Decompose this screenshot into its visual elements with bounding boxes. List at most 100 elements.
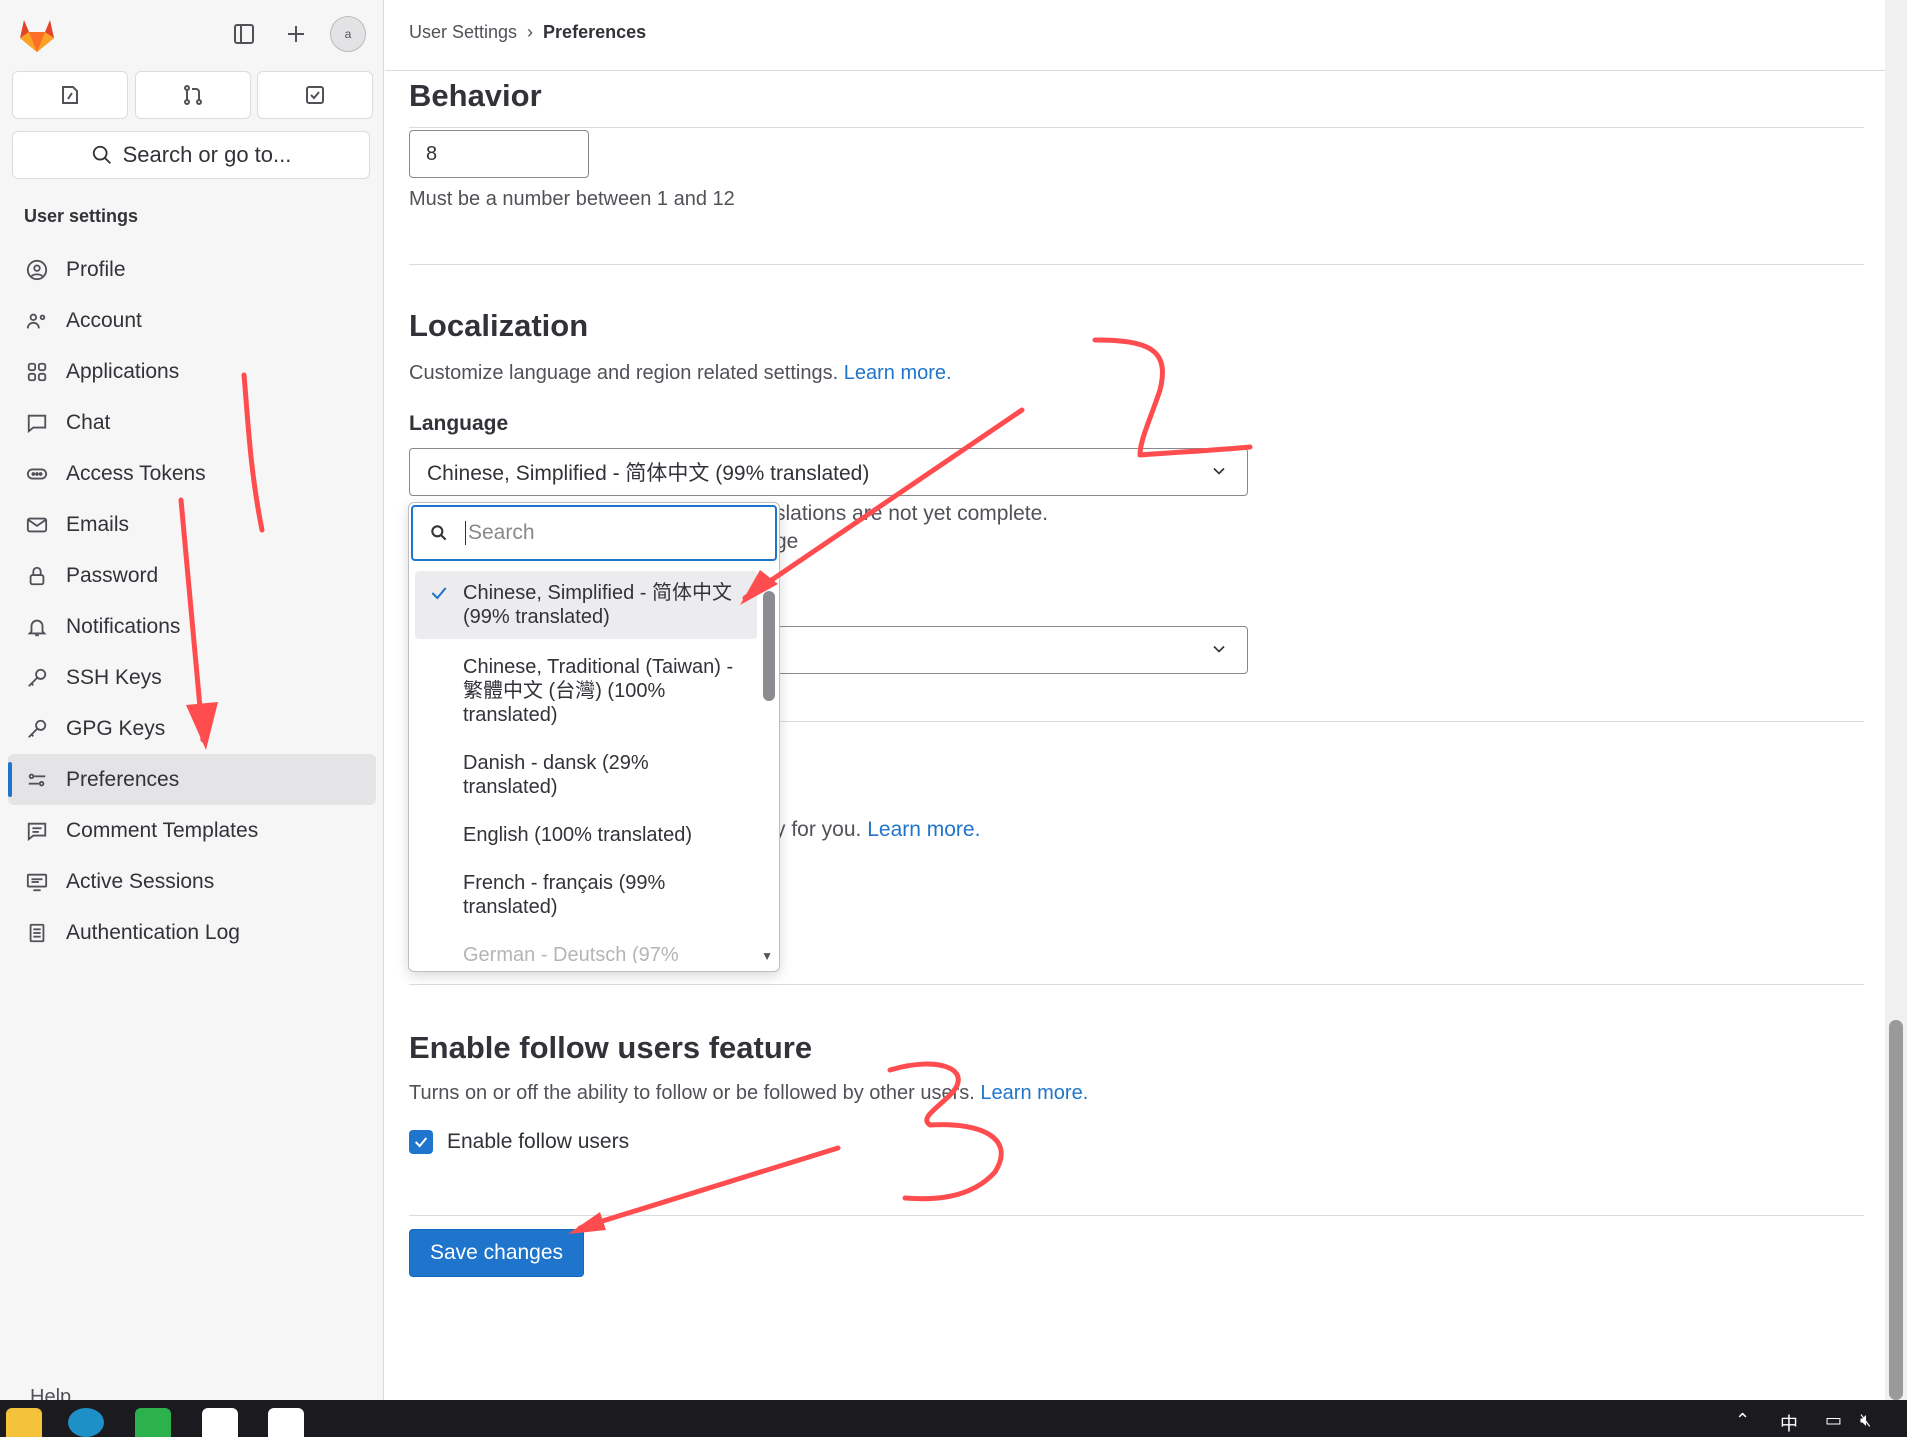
sidebar-item-active-sessions[interactable]: Active Sessions (8, 856, 376, 907)
divider (409, 127, 1864, 128)
todo-icon (306, 86, 324, 104)
sidebar-item-label: Account (66, 308, 142, 332)
language-option-de[interactable]: German - Deutsch (97% (415, 933, 757, 963)
enable-follow-users-checkbox[interactable] (409, 1130, 433, 1154)
sidebar: a Search or go to... User settings Profi… (0, 0, 384, 1408)
sidebar-item-preferences[interactable]: Preferences (8, 754, 376, 805)
language-option-label: Chinese, Simplified - 简体中文 (99% translat… (463, 582, 732, 628)
sidebar-item-profile[interactable]: Profile (8, 244, 376, 295)
log-icon (24, 920, 50, 946)
sidebar-item-gpg-keys[interactable]: GPG Keys (8, 703, 376, 754)
monitor-icon (24, 869, 50, 895)
sidebar-item-label: Profile (66, 257, 126, 281)
scroll-down-arrow-icon[interactable]: ▼ (761, 949, 773, 963)
page-scrollbar-thumb[interactable] (1889, 1020, 1903, 1400)
dropdown-scrollbar[interactable] (763, 591, 775, 701)
check-icon (414, 1137, 428, 1148)
sidebar-toggle-icon[interactable] (228, 18, 260, 50)
sidebar-item-label: SSH Keys (66, 665, 162, 689)
localization-description: Customize language and region related se… (409, 362, 952, 385)
sidebar-item-comment-templates[interactable]: Comment Templates (8, 805, 376, 856)
divider (409, 984, 1864, 985)
sidebar-item-authentication-log[interactable]: Authentication Log (8, 907, 376, 958)
file-explorer-icon[interactable] (6, 1408, 42, 1437)
merge-requests-button[interactable] (135, 71, 251, 119)
sidebar-item-label: Preferences (66, 767, 180, 791)
header-divider (385, 70, 1885, 71)
sidebar-item-label: GPG Keys (66, 716, 166, 740)
input-method-icon[interactable]: 中 (1780, 1410, 1798, 1436)
save-changes-button[interactable]: Save changes (409, 1229, 584, 1277)
breadcrumb-separator: › (527, 22, 534, 42)
language-option-zh-tw[interactable]: Chinese, Traditional (Taiwan) - 繁體中文 (台灣… (415, 645, 757, 737)
language-search-placeholder: Search (468, 521, 535, 544)
sidebar-item-chat[interactable]: Chat (8, 397, 376, 448)
language-option-label: Chinese, Traditional (Taiwan) - 繁體中文 (台灣… (463, 656, 734, 726)
breadcrumb-current: Preferences (543, 22, 647, 42)
enable-follow-users-row[interactable]: Enable follow users (409, 1130, 629, 1154)
learn-more-link[interactable]: Learn more. (844, 362, 952, 384)
learn-more-link[interactable]: Learn more. (867, 818, 980, 841)
todos-button[interactable] (257, 71, 373, 119)
network-icon[interactable]: ▭ (1825, 1410, 1842, 1431)
page-scrollbar[interactable] (1885, 0, 1907, 1400)
sidebar-item-applications[interactable]: Applications (8, 346, 376, 397)
sidebar-item-notifications[interactable]: Notifications (8, 601, 376, 652)
sidebar-item-label: Emails (66, 512, 130, 536)
check-icon (429, 583, 449, 609)
search-button[interactable]: Search or go to... (12, 131, 370, 179)
language-search-input[interactable]: Search (411, 505, 777, 561)
enable-follow-users-label: Enable follow users (447, 1130, 630, 1153)
behavior-number-input[interactable]: 8 (409, 130, 589, 178)
key-icon (24, 665, 50, 691)
time-preferences-text: y for you. (775, 818, 862, 841)
sidebar-item-label: Access Tokens (66, 461, 206, 485)
language-option-da[interactable]: Danish - dansk (29% translated) (415, 741, 757, 809)
language-options: Chinese, Simplified - 简体中文 (99% translat… (415, 571, 757, 963)
sidebar-item-account[interactable]: Account (8, 295, 376, 346)
wechat-icon[interactable] (135, 1408, 171, 1437)
account-icon (24, 308, 50, 334)
behavior-title: Behavior (409, 78, 542, 113)
learn-more-link[interactable]: Learn more. (980, 1082, 1088, 1104)
search-icon (431, 525, 447, 541)
sidebar-heading: User settings (24, 206, 139, 226)
issues-button[interactable] (12, 71, 128, 119)
language-option-label: French - français (99% translated) (463, 872, 666, 918)
sidebar-item-label: Active Sessions (66, 869, 215, 893)
volume-muted-icon[interactable]: 🔇︎ (1860, 1410, 1871, 1431)
bell-icon (24, 614, 50, 640)
token-icon (24, 461, 50, 487)
sidebar-item-emails[interactable]: Emails (8, 499, 376, 550)
issues-icon (62, 86, 78, 104)
tray-chevron-up-icon[interactable]: ⌃ (1735, 1410, 1750, 1431)
localization-title: Localization (409, 308, 589, 343)
sidebar-item-access-tokens[interactable]: Access Tokens (8, 448, 376, 499)
breadcrumb-parent[interactable]: User Settings (409, 22, 517, 43)
gitlab-logo-icon[interactable] (16, 14, 58, 54)
plus-icon[interactable] (280, 18, 312, 50)
app-icon[interactable] (202, 1408, 238, 1437)
divider (409, 1215, 1864, 1216)
os-taskbar: ⌃ 中 ▭ 🔇︎ (0, 1400, 1907, 1437)
sidebar-item-label: Chat (66, 410, 111, 434)
language-option-fr[interactable]: French - français (99% translated) (415, 861, 757, 929)
sidebar-item-label: Comment Templates (66, 818, 259, 842)
language-option-zh-cn[interactable]: Chinese, Simplified - 简体中文 (99% translat… (415, 571, 757, 639)
follow-users-description-text: Turns on or off the ability to follow or… (409, 1082, 975, 1104)
sidebar-item-ssh-keys[interactable]: SSH Keys (8, 652, 376, 703)
search-icon (92, 145, 111, 164)
language-option-label: English (100% translated) (463, 824, 693, 846)
edge-browser-icon[interactable] (68, 1408, 104, 1437)
behavior-number-help: Must be a number between 1 and 12 (409, 188, 735, 210)
language-label: Language (409, 412, 509, 435)
sidebar-item-label: Notifications (66, 614, 181, 638)
language-option-en[interactable]: English (100% translated) (415, 813, 757, 857)
time-preferences-partial: y for you. Learn more. (775, 818, 980, 842)
sidebar-item-label: Password (66, 563, 159, 587)
sidebar-item-password[interactable]: Password (8, 550, 376, 601)
avatar[interactable]: a (330, 16, 366, 52)
text-app-icon[interactable] (268, 1408, 304, 1437)
text-cursor (465, 521, 466, 545)
language-select[interactable]: Chinese, Simplified - 简体中文 (99% translat… (409, 448, 1248, 496)
